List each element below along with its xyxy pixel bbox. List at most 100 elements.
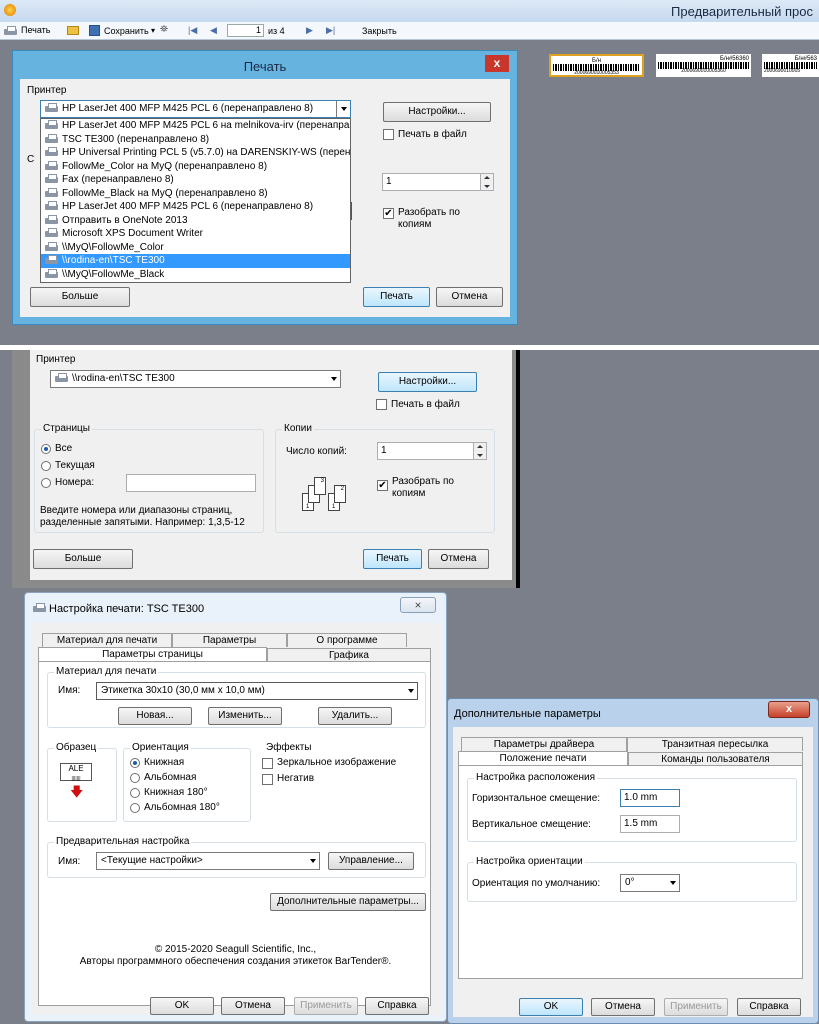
binoculars-icon[interactable]: ⛯ [160,24,168,35]
apply-button[interactable]: Применить [664,998,728,1016]
print-to-file-checkbox[interactable] [376,399,387,410]
more-button[interactable]: Больше [30,287,130,307]
close-button[interactable]: x [768,701,810,718]
arrow-down-icon: 🡇 [70,784,84,799]
tab-page-setup[interactable]: Параметры страницы [38,647,267,662]
printer-option[interactable]: TSC TE300 (перенаправлено 8) [41,133,350,147]
printer-option[interactable]: \\MyQ\FollowMe_Color [41,241,350,255]
close-button[interactable]: ⨯ [400,597,436,613]
h-offset-input[interactable]: 1.0 mm [620,789,680,807]
current-page-radio[interactable] [41,461,51,471]
copies-input[interactable]: 1 [382,173,494,191]
tab-graphics[interactable]: Графика [267,648,431,662]
tab-pass-through[interactable]: Транзитная пересылка [627,737,803,751]
cancel-button[interactable]: Отмена [591,998,655,1016]
ok-button[interactable]: OK [150,997,214,1015]
prev-page-icon[interactable]: ◀ [210,25,217,36]
page-numbers-input[interactable] [126,474,256,492]
printer-option[interactable]: \\MyQ\FollowMe_Black [41,268,350,282]
position-group-label: Настройка расположения [474,772,598,784]
last-page-icon[interactable]: ▶| [326,25,335,36]
copies-spinner[interactable] [480,174,493,190]
tab-media[interactable]: Материал для печати [42,633,172,647]
page-number-input[interactable]: 1 [227,24,264,37]
print-button[interactable]: Печать [363,287,430,307]
label-preview-2[interactable]: Б/н#56360 2000690010005360 [656,54,751,77]
edit-media-button[interactable]: Изменить... [208,707,282,725]
label-preview-1[interactable]: Б/н 2000690010005353 [549,54,644,77]
help-button[interactable]: Справка [365,997,429,1015]
print-toolbar-button[interactable]: Печать [4,25,50,36]
cancel-button[interactable]: Отмена [436,287,503,307]
settings-button[interactable]: Настройки... [378,372,477,392]
position-group: Настройка расположения Горизонтальное см… [467,772,797,842]
tab-user-commands[interactable]: Команды пользователя [628,752,803,766]
printer-option-selected[interactable]: \\rodina-en\TSC TE300 [41,254,350,268]
printer-option[interactable]: HP Universal Printing PCL 5 (v5.7.0) на … [41,146,350,160]
copies-spinner[interactable] [473,443,486,459]
dropdown-button[interactable] [336,101,350,117]
mirror-checkbox[interactable] [262,758,273,769]
tab-driver-params[interactable]: Параметры драйвера [461,737,627,751]
pages-group: Страницы Все Текущая Номера: Введите ном… [34,423,264,533]
close-preview-button[interactable]: Закрыть [362,26,397,36]
default-orientation-select[interactable]: 0° [620,874,680,892]
printer-option[interactable]: Microsoft XPS Document Writer [41,227,350,241]
chevron-down-icon [670,881,676,885]
ok-button[interactable]: OK [519,998,583,1016]
apply-button[interactable]: Применить [294,997,358,1015]
cancel-button[interactable]: Отмена [428,549,489,569]
copies-input[interactable]: 1 [377,442,487,460]
v-offset-input[interactable]: 1.5 mm [620,815,680,833]
printer-dropdown-list[interactable]: HP LaserJet 400 MFP M425 PCL 6 на melnik… [40,118,351,283]
save-dropdown-icon[interactable]: ▾ [151,26,155,35]
printer-option[interactable]: HP LaserJet 400 MFP M425 PCL 6 (перенапр… [41,200,350,214]
advanced-params-button[interactable]: Дополнительные параметры... [270,893,426,911]
first-page-icon[interactable]: |◀ [188,25,197,36]
portrait-radio[interactable] [130,758,140,768]
tab-parameters[interactable]: Параметры [172,633,287,647]
close-button[interactable]: x [485,55,509,72]
landscape-radio[interactable] [130,773,140,783]
printer-option[interactable]: Отправить в OneNote 2013 [41,214,350,228]
next-page-icon[interactable]: ▶ [306,25,313,36]
printer-icon [45,174,58,184]
settings-button[interactable]: Настройки... [383,102,491,122]
app-title: Предварительный прос [671,4,813,19]
label-preview-3[interactable]: Б/н#563 2000690010005 [762,54,819,77]
media-select[interactable]: Этикетка 30x10 (30,0 мм x 10,0 мм) [96,682,418,700]
more-button[interactable]: Больше [33,549,133,569]
preset-select[interactable]: <Текущие настройки> [96,852,320,870]
all-pages-radio[interactable] [41,444,51,454]
media-group: Материал для печати Имя: Этикетка 30x10 … [47,666,426,728]
negative-checkbox[interactable] [262,774,273,785]
tab-about[interactable]: О программе [287,633,407,647]
preview-toolbar: Печать Сохранить ▾ ⛯ |◀ ◀ 1 из 4 ▶ ▶| За… [0,22,819,40]
sample-label-preview: ALE ||||||| [60,763,92,782]
collate-label: Разобрать по копиям [392,476,454,499]
delete-media-button[interactable]: Удалить... [318,707,392,725]
chevron-down-icon [341,107,347,111]
cancel-button[interactable]: Отмена [221,997,285,1015]
save-toolbar-button[interactable]: Сохранить [104,26,149,36]
current-page-label: Текущая [55,460,95,471]
printer-option[interactable]: Fax (перенаправлено 8) [41,173,350,187]
portrait-180-radio[interactable] [130,788,140,798]
page-numbers-radio[interactable] [41,478,51,488]
print-button[interactable]: Печать [363,549,422,569]
collate-checkbox[interactable]: ✔ [377,480,388,491]
help-button[interactable]: Справка [737,998,801,1016]
manage-button[interactable]: Управление... [328,852,414,870]
collate-checkbox[interactable]: ✔ [383,208,394,219]
tab-print-position[interactable]: Положение печати [458,751,628,766]
printer-option[interactable]: FollowMe_Color на MyQ (перенаправлено 8) [41,160,350,174]
printer-option[interactable]: FollowMe_Black на MyQ (перенаправлено 8) [41,187,350,201]
folder-icon[interactable] [67,26,79,35]
landscape-180-radio[interactable] [130,803,140,813]
printer-option[interactable]: HP LaserJet 400 MFP M425 PCL 6 на melnik… [41,119,350,133]
save-icon[interactable] [89,25,100,36]
print-to-file-checkbox[interactable] [383,129,394,140]
new-media-button[interactable]: Новая... [118,707,192,725]
printer-select[interactable]: HP LaserJet 400 MFP M425 PCL 6 (перенапр… [40,100,351,118]
printer-select[interactable]: \\rodina-en\TSC TE300 [50,370,341,388]
